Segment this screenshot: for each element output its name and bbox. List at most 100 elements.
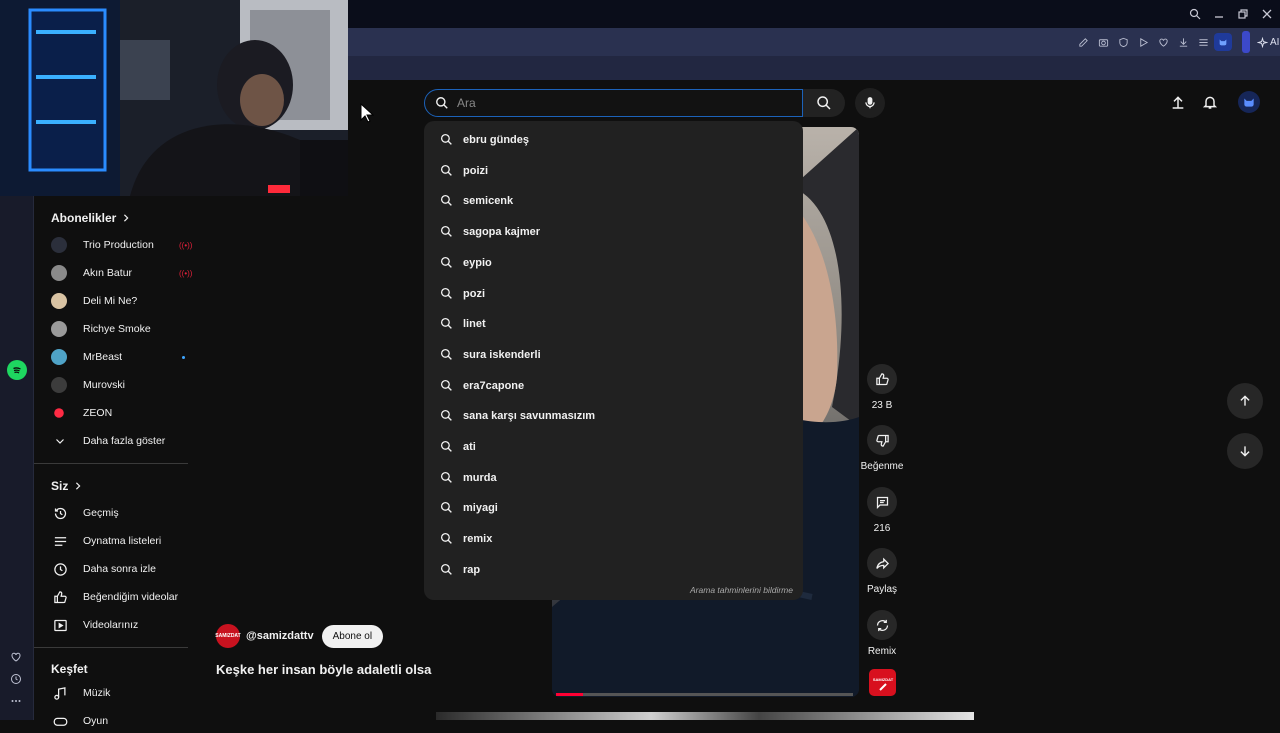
search-suggestion[interactable]: linet bbox=[424, 310, 803, 338]
heart-icon[interactable] bbox=[1154, 33, 1172, 51]
search-suggestion[interactable]: sana karşı savunmasızım bbox=[424, 402, 803, 430]
subscribe-button[interactable]: Abone ol bbox=[321, 624, 384, 648]
video-progress-fill bbox=[556, 693, 583, 696]
video-icon bbox=[51, 616, 69, 634]
search-suggestion[interactable]: poizi bbox=[424, 157, 803, 185]
like-action[interactable]: 23 B bbox=[852, 364, 912, 411]
mouse-cursor bbox=[360, 103, 374, 123]
restore-icon[interactable] bbox=[1232, 3, 1254, 25]
guide-item-gaming[interactable]: Oyun bbox=[51, 709, 201, 733]
chevron-right-icon bbox=[74, 482, 82, 490]
search-icon bbox=[440, 532, 454, 546]
next-short-button[interactable] bbox=[1227, 433, 1263, 469]
subscription-mrbeast[interactable]: MrBeast bbox=[51, 345, 201, 369]
camera-icon[interactable] bbox=[1094, 33, 1112, 51]
remix-icon[interactable] bbox=[867, 610, 897, 640]
download-icon[interactable] bbox=[1174, 33, 1192, 51]
subscription-zeon[interactable]: ZEON bbox=[51, 401, 201, 425]
dislike-label: Beğenme bbox=[860, 461, 904, 472]
dislike-action[interactable]: Beğenme bbox=[852, 425, 912, 472]
suggestion-text: ati bbox=[463, 441, 476, 453]
search-input[interactable] bbox=[457, 96, 777, 110]
clock-icon[interactable] bbox=[10, 673, 22, 685]
subscription-label: Deli Mi Ne? bbox=[83, 295, 138, 307]
search-icon bbox=[440, 348, 454, 362]
search-suggestion[interactable]: murda bbox=[424, 464, 803, 492]
suggestion-text: sura iskenderli bbox=[463, 348, 541, 361]
subscription-richye-smoke[interactable]: Richye Smoke bbox=[51, 317, 201, 341]
thumb-down-icon[interactable] bbox=[867, 425, 897, 455]
channel-avatar bbox=[51, 377, 67, 393]
spotify-icon[interactable] bbox=[7, 360, 27, 380]
guide-item-liked-videos[interactable]: Beğendiğim videolar bbox=[51, 585, 201, 609]
video-progress-track[interactable] bbox=[556, 693, 853, 696]
guide-item-history[interactable]: Geçmiş bbox=[51, 501, 201, 525]
previous-short-button[interactable] bbox=[1227, 383, 1263, 419]
search-suggestion[interactable]: miyagi bbox=[424, 494, 803, 522]
you-header[interactable]: Siz bbox=[51, 479, 82, 493]
browser-sidebar bbox=[0, 196, 34, 720]
comments-count: 216 bbox=[873, 523, 891, 534]
comment-icon[interactable] bbox=[867, 487, 897, 517]
search-suggestion[interactable]: semicenk bbox=[424, 187, 803, 215]
subscription-label: Richye Smoke bbox=[83, 323, 151, 335]
search-suggestion[interactable]: pozi bbox=[424, 280, 803, 308]
close-icon[interactable] bbox=[1256, 3, 1278, 25]
ai-button[interactable]: AI bbox=[1254, 33, 1280, 51]
search-button[interactable] bbox=[803, 89, 845, 117]
edit-icon[interactable] bbox=[1074, 33, 1092, 51]
report-suggestions-link[interactable]: Arama tahminlerini bildirme bbox=[690, 585, 793, 595]
guide-item-music[interactable]: Müzik bbox=[51, 681, 201, 705]
share-action[interactable]: Paylaş bbox=[852, 548, 912, 595]
remix-action[interactable]: Remix bbox=[852, 610, 912, 657]
suggestion-text: pozi bbox=[463, 287, 485, 300]
sound-source-thumbnail[interactable]: SAMIZDAT bbox=[869, 669, 896, 696]
create-upload-icon[interactable] bbox=[1166, 90, 1190, 114]
subscription-label: MrBeast bbox=[83, 351, 123, 363]
search-suggestion[interactable]: sagopa kajmer bbox=[424, 218, 803, 246]
more-icon[interactable] bbox=[10, 695, 22, 707]
channel-handle[interactable]: @samizdattv bbox=[246, 630, 314, 642]
search-icon[interactable] bbox=[1184, 3, 1206, 25]
guide-item-playlists[interactable]: Oynatma listeleri bbox=[51, 529, 201, 553]
guide-item-watch-later[interactable]: Daha sonra izle bbox=[51, 557, 201, 581]
play-icon[interactable] bbox=[1134, 33, 1152, 51]
subscription-label: Trio Production bbox=[83, 239, 154, 251]
share-icon[interactable] bbox=[867, 548, 897, 578]
video-title[interactable]: Keşke her insan böyle adaletli olsa bbox=[216, 662, 431, 677]
menu-icon[interactable] bbox=[1194, 33, 1212, 51]
search-suggestion[interactable]: remix bbox=[424, 525, 803, 553]
channel-avatar[interactable]: SAMIZDAT bbox=[215, 624, 241, 648]
guide-item-your-videos[interactable]: Videolarınız bbox=[51, 613, 201, 637]
extension-avatar-icon[interactable] bbox=[1214, 33, 1232, 51]
subscription-label: Akın Batur bbox=[83, 267, 133, 279]
thumb-up-icon[interactable] bbox=[867, 364, 897, 394]
search-suggestion[interactable]: eypio bbox=[424, 249, 803, 277]
channel-avatar bbox=[51, 349, 67, 365]
shield-icon[interactable] bbox=[1114, 33, 1132, 51]
search-suggestion[interactable]: sura iskenderli bbox=[424, 341, 803, 369]
search-suggestion[interactable]: era7capone bbox=[424, 372, 803, 400]
subscription-trio-production[interactable]: Trio Production ((•)) bbox=[51, 233, 201, 257]
show-more-button[interactable]: Daha fazla göster bbox=[51, 429, 201, 453]
youtube-guide: Abonelikler Trio Production ((•)) Akın B… bbox=[34, 196, 194, 727]
subscription-akin-batur[interactable]: Akın Batur ((•)) bbox=[51, 261, 201, 285]
voice-search-button[interactable] bbox=[855, 88, 885, 118]
comments-action[interactable]: 216 bbox=[852, 487, 912, 534]
search-suggestion[interactable]: rap bbox=[424, 556, 803, 584]
search-suggestion[interactable]: ebru gündeş bbox=[424, 126, 803, 154]
subscription-deli-mi-ne[interactable]: Deli Mi Ne? bbox=[51, 289, 201, 313]
minimize-icon[interactable] bbox=[1208, 3, 1230, 25]
subscription-murovski[interactable]: Murovski bbox=[51, 373, 201, 397]
heart-icon[interactable] bbox=[10, 651, 22, 663]
profile-avatar[interactable] bbox=[1238, 91, 1260, 113]
chevron-right-icon bbox=[122, 214, 130, 222]
show-more-label: Daha fazla göster bbox=[83, 435, 166, 447]
subscriptions-header[interactable]: Abonelikler bbox=[51, 211, 130, 225]
profile-indicator[interactable] bbox=[1242, 31, 1250, 53]
notifications-bell-icon[interactable] bbox=[1198, 90, 1222, 114]
guide-item-label: Müzik bbox=[83, 687, 111, 699]
clock-icon bbox=[51, 560, 69, 578]
search-suggestion[interactable]: ati bbox=[424, 433, 803, 461]
search-box[interactable] bbox=[424, 89, 803, 117]
